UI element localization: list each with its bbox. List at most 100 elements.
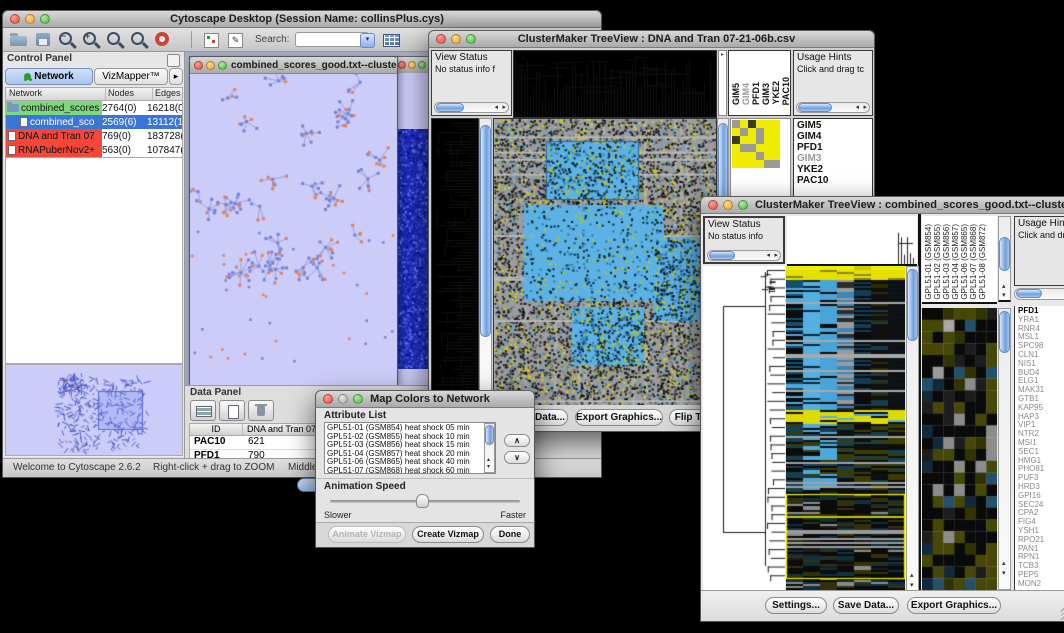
view-status-hscrollbar[interactable]: ◂ ▸ bbox=[707, 250, 781, 261]
usage-hints-hscrollbar[interactable]: ◂ ▸ bbox=[796, 102, 870, 113]
gene-label[interactable]: PAC10 bbox=[794, 175, 872, 186]
attribute-list-vscrollbar[interactable]: ▴ ▾ bbox=[484, 423, 495, 473]
close-icon[interactable] bbox=[323, 394, 333, 404]
dialog-title-bar[interactable]: Map Colors to Network bbox=[315, 390, 535, 408]
vscroll-thumb[interactable] bbox=[480, 125, 491, 337]
zoom-window-icon[interactable] bbox=[738, 200, 748, 210]
treeview1-button-export-graphics[interactable]: Export Graphics... bbox=[575, 409, 663, 426]
delete-attribute-icon[interactable] bbox=[248, 400, 274, 421]
hscroll-thumb[interactable] bbox=[798, 103, 832, 112]
column-label[interactable]: PFD1 bbox=[751, 82, 761, 105]
scroll-down-icon[interactable]: ▾ bbox=[1002, 570, 1006, 577]
network-table-row[interactable]: combined_scores2764(0)16218(0) bbox=[6, 101, 182, 115]
search-dropdown-icon[interactable]: ▾ bbox=[360, 33, 375, 48]
scroll-up-icon[interactable]: ▴ bbox=[487, 457, 490, 464]
zoom-selected-icon[interactable] bbox=[103, 29, 127, 49]
open-network-icon[interactable] bbox=[7, 29, 31, 49]
scroll-down-icon[interactable]: ▾ bbox=[487, 464, 490, 471]
heatmap-canvas[interactable] bbox=[493, 118, 717, 408]
tab-overflow-icon[interactable]: ▸ bbox=[169, 68, 183, 85]
scroll-up-icon[interactable]: ▴ bbox=[1002, 283, 1006, 290]
global-vscrollbar[interactable] bbox=[479, 118, 492, 406]
tab-network[interactable]: Network bbox=[5, 68, 93, 85]
column-dendrogram[interactable] bbox=[513, 50, 717, 118]
hscroll-thumb[interactable] bbox=[709, 251, 735, 260]
column-labels-panel[interactable]: GPL51-01 (GSM854)GPL51-02 (GSM855)GPL51-… bbox=[922, 216, 997, 304]
column-label[interactable]: GIM4 bbox=[741, 83, 751, 105]
col-nodes[interactable]: Nodes bbox=[106, 88, 153, 100]
scroll-down-icon[interactable]: ▾ bbox=[1002, 292, 1006, 299]
attribute-select-icon[interactable] bbox=[190, 400, 216, 421]
column-label[interactable]: GPL51-04 (GSM857) bbox=[951, 224, 960, 300]
main-title-bar[interactable]: Cytoscape Desktop (Session Name: collins… bbox=[2, 10, 602, 28]
detail-vscrollbar[interactable]: ▴ ▾ bbox=[998, 308, 1011, 590]
gene-labels-panel[interactable]: PFD1YRA1RNR4MSL1SPC98CLN1NIS1BUD4ELG1MAK… bbox=[1014, 306, 1064, 592]
attribute-item[interactable]: GPL51-07 (GSM868) heat shock 60 min bbox=[325, 467, 483, 474]
new-attribute-icon[interactable] bbox=[219, 400, 245, 421]
detail-heatmap[interactable] bbox=[922, 308, 997, 590]
save-session-icon[interactable] bbox=[31, 29, 55, 49]
tab-vizmapper[interactable]: VizMapper™ bbox=[94, 68, 168, 85]
column-label[interactable]: GPL51-06 (GSM865) bbox=[960, 224, 969, 300]
zoom-window-icon[interactable] bbox=[466, 34, 476, 44]
move-down-button[interactable]: ∨ bbox=[504, 451, 530, 464]
usage-hints-hscrollbar[interactable] bbox=[1014, 288, 1064, 300]
zoom-window-icon[interactable] bbox=[40, 14, 50, 24]
network-table-row[interactable]: DNA and Tran 07769(0)183728(0) bbox=[6, 129, 182, 143]
gene-label[interactable]: MON2 bbox=[1015, 580, 1064, 589]
col-edges[interactable]: Edges bbox=[153, 88, 182, 100]
treeview1-title-bar[interactable]: ClusterMaker TreeView : DNA and Tran 07-… bbox=[428, 30, 875, 48]
animation-slider-thumb[interactable] bbox=[416, 494, 429, 508]
network-view-title-bar[interactable]: combined_scores_good.txt--cluste... bbox=[190, 57, 397, 74]
scroll-up-icon[interactable]: ▴ bbox=[910, 572, 914, 579]
gene-label[interactable]: PFD1 bbox=[794, 142, 872, 153]
column-label[interactable]: GIM5 bbox=[731, 83, 741, 105]
heatmap-canvas[interactable] bbox=[786, 266, 905, 592]
search-input[interactable] bbox=[295, 32, 369, 47]
zoom-window-icon[interactable] bbox=[353, 394, 363, 404]
vscroll-thumb[interactable] bbox=[999, 311, 1010, 353]
birdseye-view[interactable] bbox=[5, 364, 183, 456]
column-label[interactable]: PAC10 bbox=[781, 77, 791, 105]
gene-label[interactable]: GIM3 bbox=[794, 153, 872, 164]
zoom-out-icon[interactable]: − bbox=[55, 29, 79, 49]
done-button[interactable]: Done bbox=[490, 526, 530, 543]
edit-icon[interactable]: ✎ bbox=[223, 29, 247, 49]
column-label[interactable]: GIM3 bbox=[761, 83, 771, 105]
row-dendrogram[interactable] bbox=[431, 118, 479, 408]
close-icon[interactable] bbox=[10, 14, 20, 24]
minimize-icon[interactable] bbox=[206, 61, 215, 70]
vscroll-thumb[interactable] bbox=[999, 237, 1010, 271]
col-id[interactable]: ID bbox=[190, 424, 243, 435]
network-canvas[interactable] bbox=[190, 74, 397, 385]
column-label[interactable]: YKE2 bbox=[771, 81, 781, 105]
import-table-icon[interactable] bbox=[379, 29, 403, 49]
minimize-icon[interactable] bbox=[723, 200, 733, 210]
row-dendrogram[interactable] bbox=[703, 266, 785, 592]
scroll-right-icon[interactable]: ▸ bbox=[863, 104, 867, 111]
treeview2-button-save-data[interactable]: Save Data... bbox=[833, 597, 899, 614]
help-icon[interactable] bbox=[151, 29, 175, 49]
animate-vizmap-button[interactable]: Animate Vizmap bbox=[328, 526, 406, 543]
column-label[interactable]: GPL51-07 (GSM868) bbox=[969, 224, 978, 300]
create-vizmap-button[interactable]: Create Vizmap bbox=[412, 526, 484, 543]
gene-label[interactable]: GIM4 bbox=[794, 131, 872, 142]
hscroll-thumb[interactable] bbox=[436, 103, 464, 112]
view-status-hscrollbar[interactable]: ◂ ▸ bbox=[434, 102, 509, 113]
scroll-left-icon[interactable]: ◂ bbox=[766, 252, 770, 259]
close-icon[interactable] bbox=[708, 200, 718, 210]
annotation-icon[interactable] bbox=[199, 29, 223, 49]
gene-label[interactable]: GIM5 bbox=[794, 120, 872, 131]
close-icon[interactable] bbox=[436, 34, 446, 44]
gene-label[interactable]: YKE2 bbox=[794, 164, 872, 175]
zoom-window-icon[interactable] bbox=[418, 61, 426, 69]
scroll-left-icon[interactable]: ◂ bbox=[855, 104, 859, 111]
zoom-fit-icon[interactable] bbox=[127, 29, 151, 49]
close-icon[interactable] bbox=[398, 61, 406, 69]
minimize-icon[interactable] bbox=[408, 61, 416, 69]
minimize-icon[interactable] bbox=[451, 34, 461, 44]
treeview2-button-settings[interactable]: Settings... bbox=[765, 597, 827, 614]
zoom-in-icon[interactable]: + bbox=[79, 29, 103, 49]
column-tree-area[interactable] bbox=[787, 216, 917, 266]
column-label[interactable]: GPL51-01 (GSM854) bbox=[924, 224, 933, 300]
